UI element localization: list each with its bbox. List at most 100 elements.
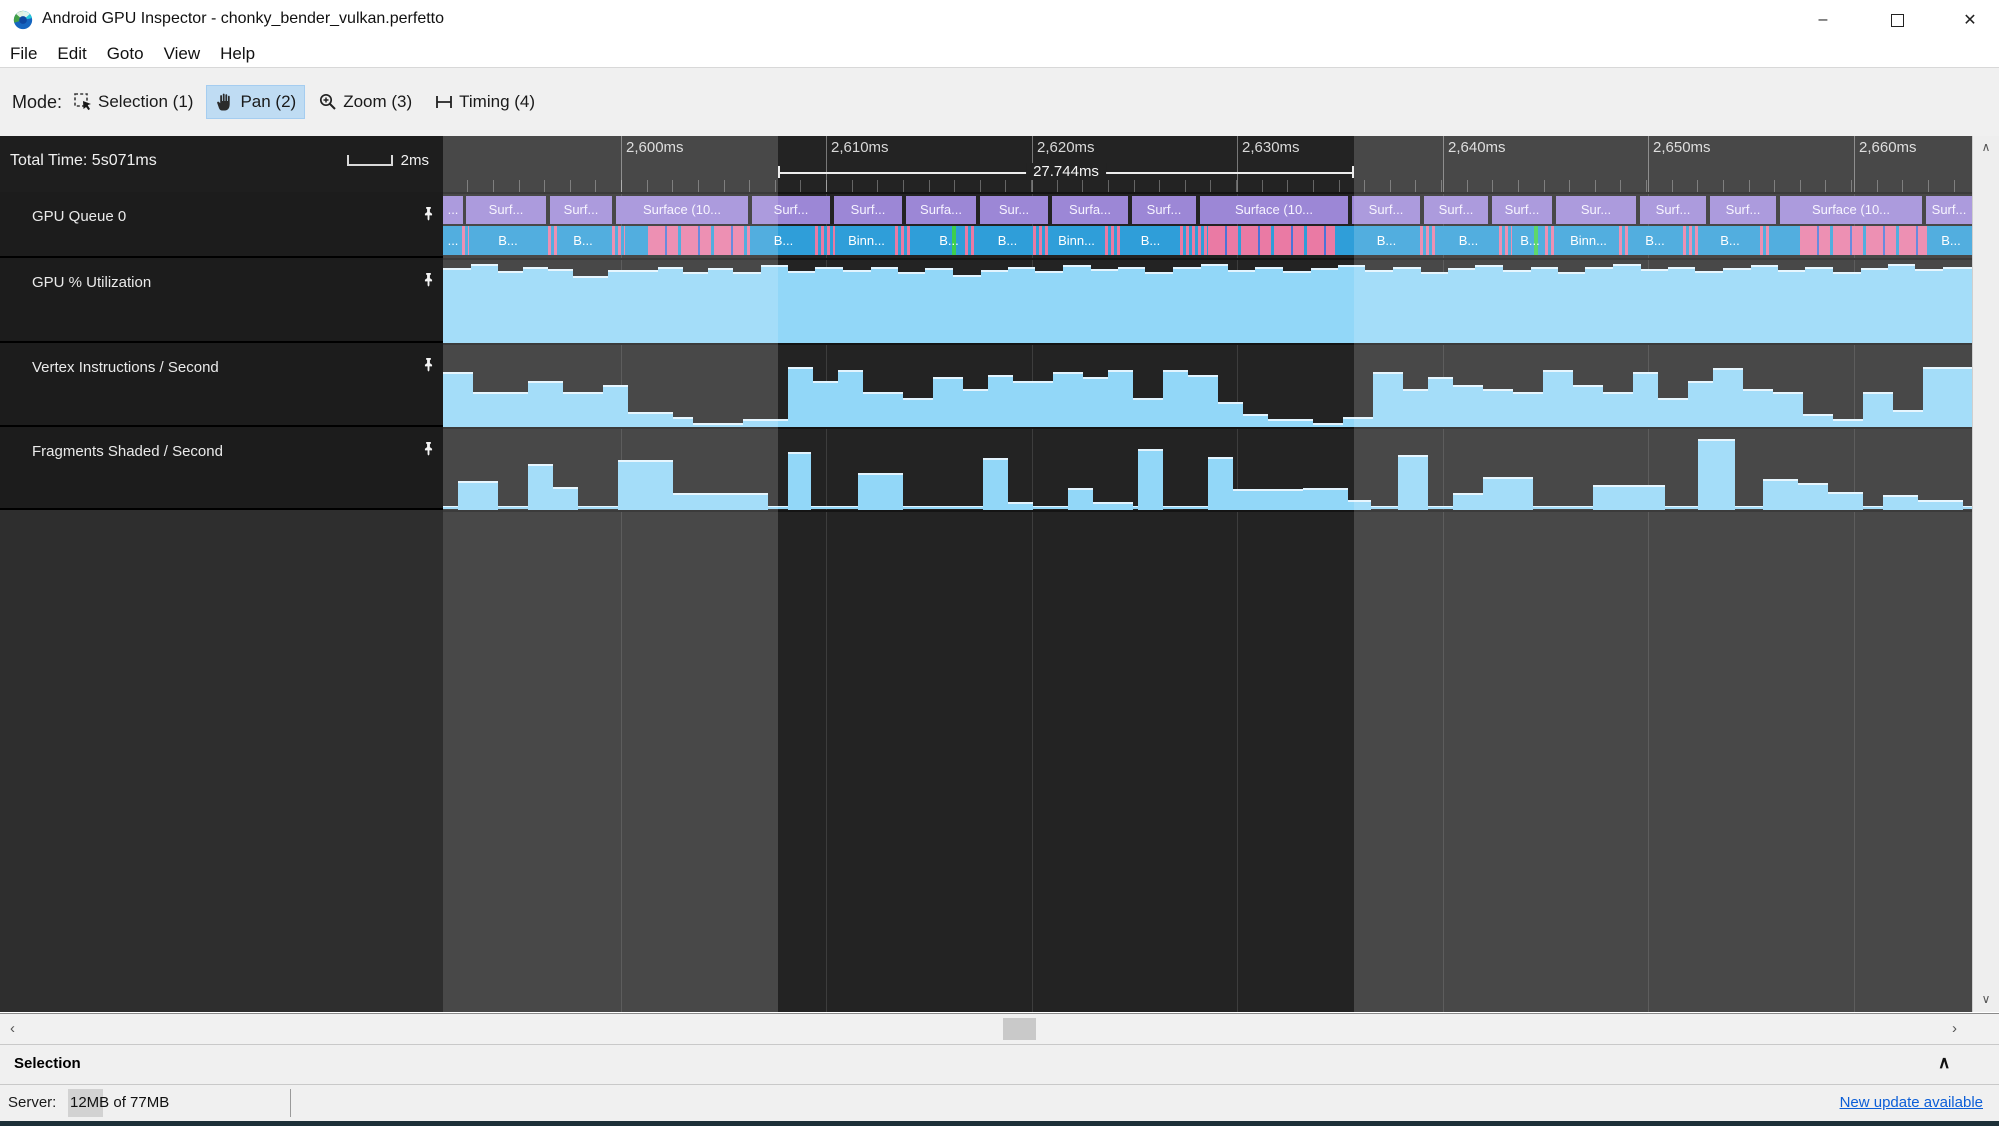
ruler-minor-tick — [826, 180, 827, 192]
vertical-scrollbar[interactable]: ∧ ∨ — [1972, 136, 1999, 1012]
vertex-instructions-step — [903, 397, 933, 427]
horizontal-scrollbar[interactable]: ‹ › — [0, 1013, 1999, 1044]
ruler-minor-tick — [800, 180, 802, 192]
slice-label[interactable]: Binn... — [838, 226, 895, 255]
slice-label[interactable]: B... — [1123, 226, 1178, 255]
menu-item-view[interactable]: View — [154, 44, 211, 64]
gridline — [1237, 136, 1238, 1012]
pin-icon[interactable] — [421, 206, 436, 226]
track-row-vertex-instructions-second[interactable]: Vertex Instructions / Second — [0, 343, 443, 427]
timing-icon — [434, 92, 454, 112]
slice-label[interactable]: Binn... — [1050, 226, 1103, 255]
ruler-tick-label: 2,620ms — [1037, 139, 1095, 156]
ruler-minor-tick — [1261, 180, 1263, 192]
menu-item-file[interactable]: File — [0, 44, 47, 64]
slice[interactable]: Surfa... — [1052, 196, 1128, 224]
timeline-canvas[interactable]: 2,600ms 2,610ms 2,620ms 2,630ms 2,640ms 2,650… — [443, 136, 1972, 1012]
zoom-icon — [318, 92, 338, 112]
ruler-minor-tick — [1312, 180, 1314, 192]
mode-button-selection[interactable]: Selection (1) — [64, 85, 202, 119]
track-name: GPU Queue 0 — [32, 208, 127, 225]
menu-item-help[interactable]: Help — [210, 44, 265, 64]
track-row-fragments-shaded-second[interactable]: Fragments Shaded / Second — [0, 427, 443, 510]
track-row-gpu-utilization[interactable]: GPU % Utilization — [0, 258, 443, 343]
measurement-label: 27.744ms — [1026, 163, 1106, 180]
fragments-bar — [788, 451, 811, 510]
fragments-bar — [858, 472, 903, 510]
vertex-instructions-step — [1083, 376, 1108, 427]
minimize-button[interactable]: – — [1794, 0, 1852, 40]
fragments-bar — [1208, 456, 1233, 510]
slice[interactable]: Surf... — [1132, 196, 1196, 224]
slice-label[interactable]: B... — [915, 226, 983, 255]
pink-slice-cluster[interactable] — [1105, 226, 1120, 255]
pin-icon[interactable] — [421, 441, 436, 461]
track-panel-filler — [0, 510, 443, 1012]
vertex-instructions-step — [1268, 418, 1313, 427]
ruler-minor-tick — [979, 180, 981, 192]
fragments-bar — [1303, 487, 1348, 510]
mode-button-zoom[interactable]: Zoom (3) — [309, 85, 421, 119]
slice-label[interactable]: B... — [985, 226, 1030, 255]
window-title: Android GPU Inspector - chonky_bender_vu… — [42, 10, 445, 27]
track-name: GPU % Utilization — [32, 274, 152, 291]
pin-icon[interactable] — [421, 272, 436, 292]
update-link[interactable]: New update available — [1840, 1094, 1983, 1111]
selection-icon — [73, 92, 93, 112]
gpu-utilization-step — [788, 270, 815, 343]
track-row-gpu-queue-0[interactable]: GPU Queue 0 — [0, 192, 443, 258]
mode-button-pan[interactable]: Pan (2) — [206, 85, 306, 119]
scroll-down-icon[interactable]: ∨ — [1973, 992, 1999, 1006]
vertex-instructions-step — [933, 376, 963, 427]
title-bar: Android GPU Inspector - chonky_bender_vu… — [0, 0, 1999, 40]
menu-item-goto[interactable]: Goto — [97, 44, 154, 64]
pink-slice-cluster[interactable] — [895, 226, 912, 255]
gpu-utilization-step — [898, 271, 925, 343]
gpu-utilization-step — [1063, 264, 1091, 343]
app-window: Android GPU Inspector - chonky_bender_vu… — [0, 0, 1999, 1126]
mode-button-label: Timing (4) — [459, 92, 536, 111]
horizontal-scrollbar-thumb[interactable] — [1003, 1018, 1036, 1040]
close-button[interactable]: ✕ — [1941, 0, 1999, 40]
fragments-bar — [983, 457, 1008, 510]
gpu-utilization-step — [1228, 269, 1255, 343]
ruler-minor-tick — [902, 180, 904, 192]
collapse-chevron-icon[interactable]: ∧ — [1938, 1053, 1950, 1073]
ruler-tick-label: 2,630ms — [1242, 139, 1300, 156]
scroll-right-icon[interactable]: › — [1952, 1020, 1957, 1037]
measurement-start-tick — [778, 166, 780, 178]
ruler-minor-tick — [1338, 180, 1340, 192]
gpu-utilization-step — [871, 266, 898, 343]
pink-slice-cluster[interactable] — [1180, 226, 1208, 255]
ruler-minor-tick — [877, 180, 879, 192]
fragments-bar — [1138, 449, 1163, 510]
slice[interactable]: Surface (10... — [1200, 196, 1348, 224]
pink-slice-region[interactable] — [1208, 226, 1335, 255]
selection-panel-header[interactable]: Selection ∧ — [0, 1044, 1999, 1084]
fragments-bar — [1068, 487, 1093, 510]
maximize-button[interactable] — [1868, 0, 1926, 40]
vertex-instructions-step — [1013, 380, 1053, 427]
ruler-major-tick — [1237, 136, 1238, 192]
slice[interactable]: Sur... — [980, 196, 1048, 224]
scroll-up-icon[interactable]: ∧ — [1973, 140, 1999, 154]
menu-item-edit[interactable]: Edit — [47, 44, 96, 64]
slice[interactable]: Surfa... — [906, 196, 976, 224]
gpu-utilization-step — [925, 268, 953, 343]
scale-label: 2ms — [400, 152, 429, 169]
vertex-instructions-step — [1053, 372, 1083, 427]
gpu-utilization-step — [981, 269, 1008, 343]
pink-slice-cluster[interactable] — [1033, 226, 1048, 255]
mode-button-timing[interactable]: Timing (4) — [425, 85, 544, 119]
pin-icon[interactable] — [421, 357, 436, 377]
mode-button-label: Pan (2) — [240, 92, 297, 111]
menu-bar: File Edit Goto View Help — [0, 40, 1999, 67]
vertex-instructions-step — [788, 366, 813, 427]
slice[interactable]: Surf... — [834, 196, 902, 224]
server-label: Server: — [8, 1094, 57, 1111]
ruler-minor-tick — [1005, 180, 1007, 192]
scroll-left-icon[interactable]: ‹ — [10, 1020, 15, 1037]
server-memory-value: 12MB of 77MB — [70, 1094, 170, 1111]
gpu-utilization-step — [953, 275, 981, 343]
pink-slice-cluster[interactable] — [815, 226, 835, 255]
